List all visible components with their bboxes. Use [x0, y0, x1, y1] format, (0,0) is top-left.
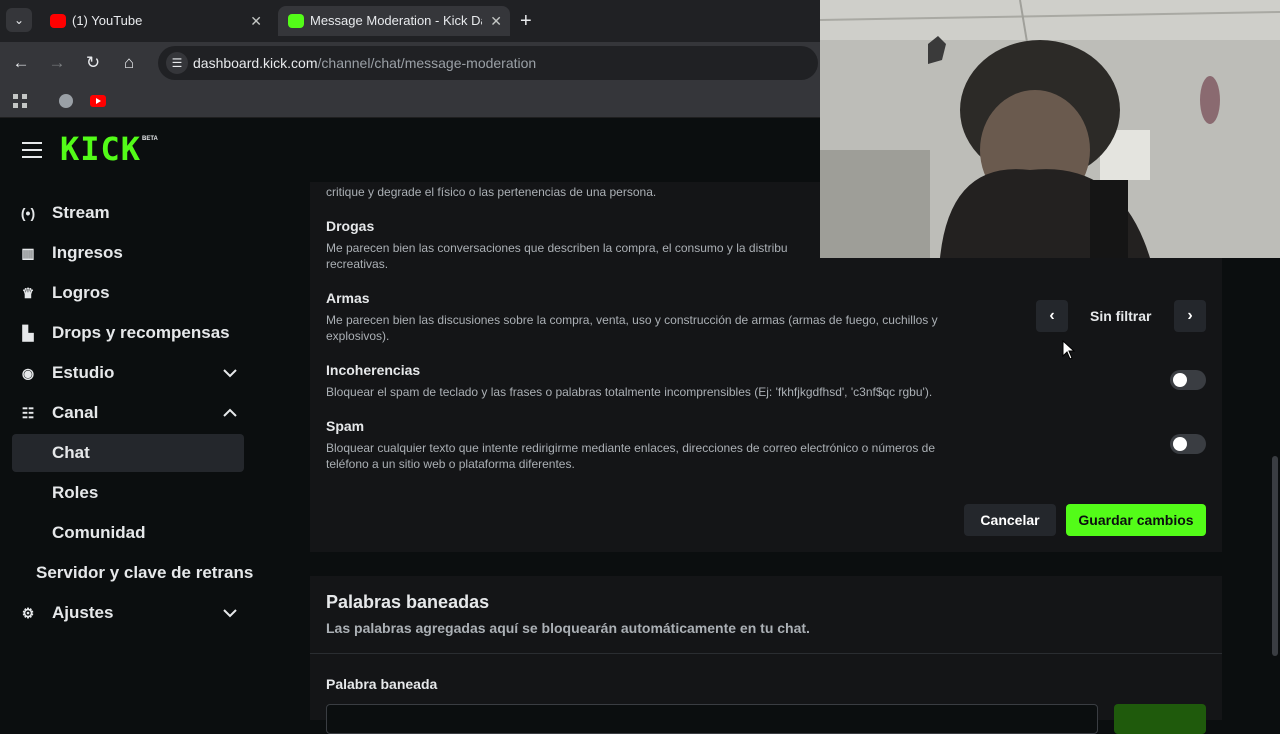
- broadcast-icon: (•): [20, 205, 36, 221]
- webcam-image: [820, 0, 1280, 258]
- row-description: Bloquear cualquier texto que intente red…: [326, 440, 1006, 472]
- new-tab-button[interactable]: +: [520, 6, 532, 36]
- row-title: Armas: [326, 290, 370, 306]
- gear-icon: ⚙: [21, 605, 35, 621]
- sidebar-item-label: Ajustes: [52, 603, 114, 622]
- sidebar-item-chat[interactable]: Chat: [12, 434, 244, 472]
- row-desc-line2: teléfono a un sitio web o plataforma dif…: [326, 457, 575, 471]
- kick-icon: [288, 14, 304, 28]
- banned-words-panel: Palabras baneadas Las palabras agregadas…: [310, 576, 1222, 734]
- moderation-row-spam: Spam Bloquear cualquier texto que intent…: [326, 418, 1006, 472]
- save-changes-button[interactable]: Guardar cambios: [1066, 504, 1206, 536]
- kick-logo[interactable]: KICK: [60, 130, 141, 168]
- sidebar-item-comunidad[interactable]: Comunidad: [12, 514, 244, 552]
- url-host: dashboard.kick.com: [193, 55, 318, 71]
- hamburger-menu-icon[interactable]: [22, 142, 42, 158]
- tab-search-button[interactable]: ⌄: [6, 8, 32, 32]
- chevron-up-icon: [223, 408, 237, 417]
- sidebar-item-logros[interactable]: ♛ Logros: [12, 274, 244, 312]
- browser-tab-youtube[interactable]: (1) YouTube ✕: [40, 6, 270, 36]
- url-text[interactable]: dashboard.kick.com/channel/chat/message-…: [193, 55, 536, 71]
- sidebar-item-label: Servidor y clave de retrans: [36, 563, 254, 582]
- trophy-icon: ♛: [21, 285, 35, 301]
- close-tab-icon[interactable]: ✕: [490, 6, 502, 36]
- close-tab-icon[interactable]: ✕: [250, 6, 262, 36]
- sidebar-item-label: Estudio: [52, 363, 115, 382]
- section-subtitle: Las palabras agregadas aquí se bloqueará…: [326, 620, 810, 636]
- sidebar-item-label: Ingresos: [52, 243, 123, 262]
- incoherencias-toggle[interactable]: [1170, 370, 1206, 390]
- mouse-cursor: [1062, 340, 1076, 360]
- forward-arrow-icon[interactable]: →: [44, 50, 70, 76]
- page-scrollbar[interactable]: [1272, 456, 1278, 656]
- row-desc-line1: Me parecen bien las conversaciones que d…: [326, 241, 788, 255]
- beta-badge: BETA: [142, 136, 158, 142]
- cancel-button[interactable]: Cancelar: [964, 504, 1056, 536]
- globe-icon[interactable]: [58, 93, 74, 109]
- row-title: Incoherencias: [326, 362, 421, 378]
- address-bar[interactable]: ☰ dashboard.kick.com/channel/chat/messag…: [158, 46, 818, 80]
- row-description: Me parecen bien las discusiones sobre la…: [326, 312, 1006, 344]
- sidebar-item-estudio[interactable]: ◉ Estudio: [12, 354, 244, 392]
- moderation-row-incoherencias: Incoherencias Bloquear el spam de teclad…: [326, 362, 1006, 400]
- row-desc-line2: explosivos).: [326, 329, 390, 343]
- sidebar-item-drops[interactable]: ▙ Drops y recompensas: [12, 314, 244, 352]
- sidebar-item-label: Roles: [52, 483, 99, 502]
- moderation-row-armas: Armas Me parecen bien las discusiones so…: [326, 290, 1006, 344]
- sidebar-item-label: Canal: [52, 403, 99, 422]
- tab-title: (1) YouTube: [72, 13, 143, 28]
- sidebar-item-roles[interactable]: Roles: [12, 474, 244, 512]
- filter-next-button[interactable]: ›: [1174, 300, 1206, 332]
- dashboard-sidebar: (•) Stream ▥ Ingresos ♛ Logros ▙ Drops y…: [0, 182, 260, 720]
- apps-grid-icon[interactable]: [12, 93, 28, 109]
- sidebar-item-stream[interactable]: (•) Stream: [12, 194, 244, 232]
- sidebar-item-label: Drops y recompensas: [52, 323, 230, 342]
- channel-icon: ☷: [21, 405, 35, 421]
- sidebar-item-ingresos[interactable]: ▥ Ingresos: [12, 234, 244, 272]
- sidebar-item-servidor[interactable]: Servidor y clave de retrans: [12, 554, 253, 592]
- gift-icon: ▙: [22, 325, 34, 341]
- section-title: Palabras baneadas: [326, 592, 490, 612]
- home-icon[interactable]: ⌂: [116, 50, 142, 76]
- sidebar-item-ajustes[interactable]: ⚙ Ajustes: [12, 594, 244, 632]
- reload-icon[interactable]: ↻: [80, 50, 106, 76]
- spam-toggle[interactable]: [1170, 434, 1206, 454]
- webcam-overlay: [820, 0, 1280, 258]
- banned-word-label: Palabra baneada: [326, 676, 438, 692]
- row-title: Spam: [326, 418, 365, 434]
- youtube-bookmark-icon[interactable]: [90, 93, 106, 109]
- studio-icon: ◉: [21, 365, 35, 381]
- sidebar-item-label: Chat: [52, 443, 90, 462]
- chevron-down-icon: [223, 609, 237, 618]
- sidebar-item-label: Logros: [52, 283, 110, 302]
- divider: [310, 653, 1222, 654]
- sidebar-item-label: Stream: [52, 203, 110, 222]
- row-description: Bloquear el spam de teclado y las frases…: [326, 385, 933, 399]
- row-desc-line1: Bloquear cualquier texto que intente red…: [326, 441, 936, 455]
- add-banned-word-button[interactable]: [1114, 704, 1206, 734]
- sidebar-item-label: Comunidad: [52, 523, 146, 542]
- filter-prev-button[interactable]: ‹: [1036, 300, 1068, 332]
- sidebar-item-canal[interactable]: ☷ Canal: [12, 394, 244, 432]
- row-desc-line2: recreativas.: [326, 257, 389, 271]
- banned-word-input[interactable]: [326, 704, 1098, 734]
- chart-icon: ▥: [21, 245, 35, 261]
- tab-title: Message Moderation - Kick Dashboard: [310, 13, 482, 28]
- filter-level-value: Sin filtrar: [1090, 308, 1152, 324]
- browser-tab-kick[interactable]: Message Moderation - Kick Dashboard ✕: [278, 6, 510, 36]
- site-info-icon[interactable]: ☰: [166, 52, 188, 74]
- back-arrow-icon[interactable]: ←: [8, 50, 34, 76]
- url-path: /channel/chat/message-moderation: [317, 55, 537, 71]
- row-desc-line1: Me parecen bien las discusiones sobre la…: [326, 313, 938, 327]
- chevron-down-icon: [223, 369, 237, 378]
- youtube-icon: [50, 14, 66, 28]
